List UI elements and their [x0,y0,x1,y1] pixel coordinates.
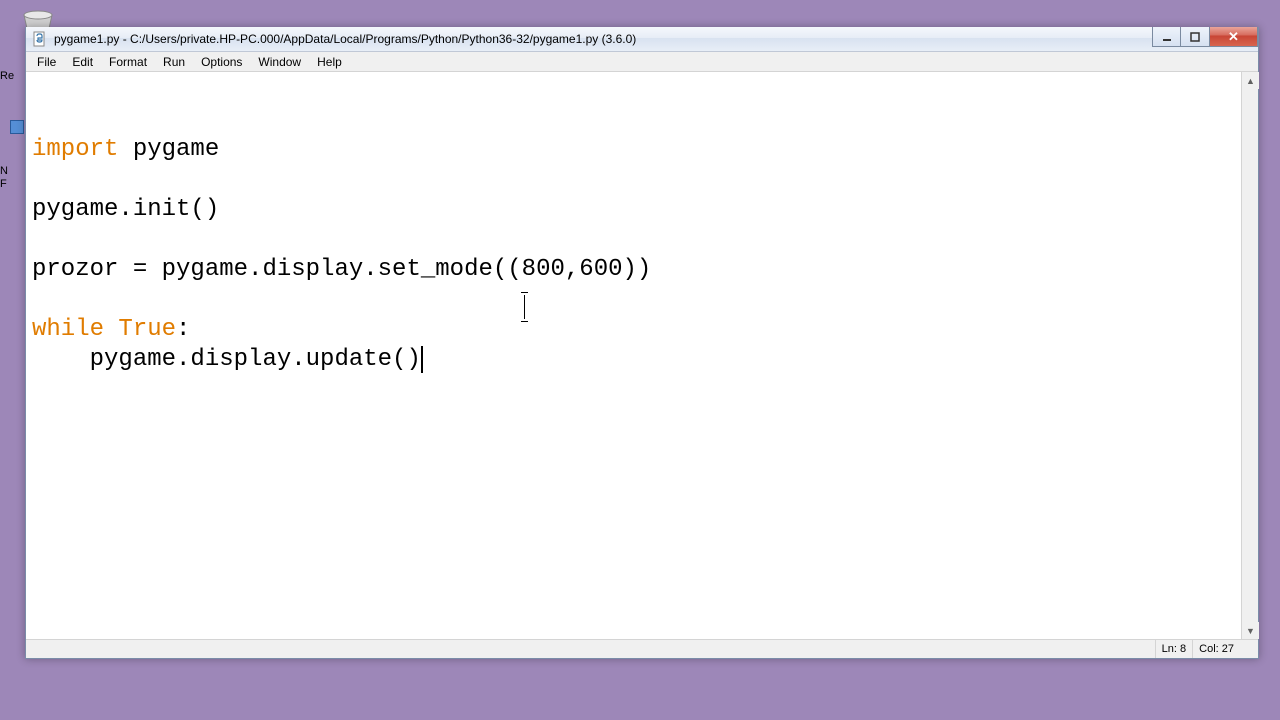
code-line [32,225,1235,255]
code-line: while True: [32,315,1235,345]
editor-wrapper: import pygame pygame.init() prozor = pyg… [26,72,1258,639]
menu-format[interactable]: Format [101,53,155,71]
close-icon: ✕ [1228,29,1239,45]
menu-window[interactable]: Window [250,53,309,71]
code-line: prozor = pygame.display.set_mode((800,60… [32,255,1235,285]
code-editor[interactable]: import pygame pygame.init() prozor = pyg… [26,72,1241,639]
python-file-icon [32,31,48,47]
insertion-cursor [421,346,423,373]
window-title: pygame1.py - C:/Users/private.HP-PC.000/… [54,32,636,46]
maximize-button[interactable] [1181,27,1210,47]
menu-help[interactable]: Help [309,53,350,71]
keyword: while [32,316,104,343]
minimize-icon [1162,32,1172,42]
text-cursor-ibeam [524,295,525,319]
window-controls: ✕ [1152,27,1258,47]
status-line: Ln: 8 [1155,640,1192,658]
code-line [32,165,1235,195]
desktop-icon-2 [10,120,24,134]
statusbar: Ln: 8 Col: 27 [26,639,1258,658]
menu-run[interactable]: Run [155,53,193,71]
status-col: Col: 27 [1192,640,1240,658]
code-line [32,285,1235,315]
keyword: import [32,136,118,163]
code-line: import pygame [32,135,1235,165]
desktop-label-1: Re [0,70,14,82]
menu-edit[interactable]: Edit [64,53,101,71]
scroll-down-arrow-icon[interactable]: ▼ [1242,622,1259,639]
idle-editor-window: pygame1.py - C:/Users/private.HP-PC.000/… [25,27,1259,659]
menu-options[interactable]: Options [193,53,250,71]
code-line: pygame.display.update() [32,345,1235,375]
scroll-up-arrow-icon[interactable]: ▲ [1242,72,1259,89]
minimize-button[interactable] [1152,27,1181,47]
titlebar[interactable]: pygame1.py - C:/Users/private.HP-PC.000/… [26,27,1258,52]
desktop-label-2: NF [0,165,8,191]
maximize-icon [1190,32,1200,42]
menubar: File Edit Format Run Options Window Help [26,52,1258,72]
vertical-scrollbar[interactable]: ▲ ▼ [1241,72,1258,639]
code-line: pygame.init() [32,195,1235,225]
close-button[interactable]: ✕ [1210,27,1258,47]
menu-file[interactable]: File [29,53,64,71]
keyword: True [118,316,176,343]
